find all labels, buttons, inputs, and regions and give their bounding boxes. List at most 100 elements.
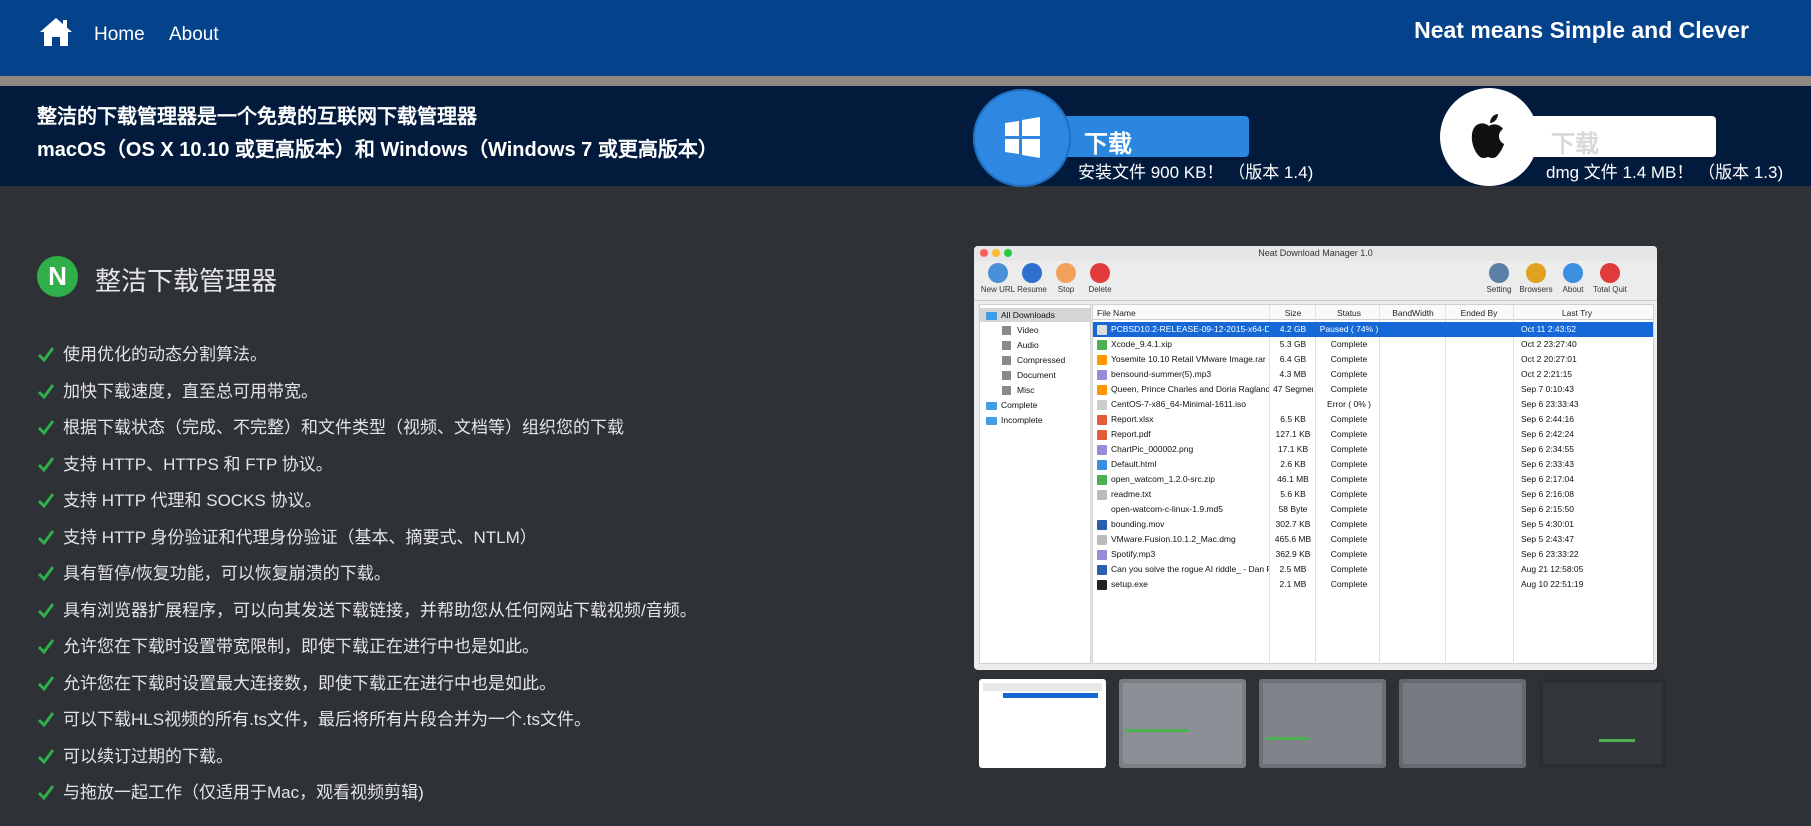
table-row[interactable]: Yosemite 10.10 Retail VMware Image.rar 6.… (1093, 352, 1653, 367)
toolbar-button[interactable]: About (1553, 263, 1593, 294)
download-banner: 整洁的下载管理器是一个免费的互联网下载管理器 macOS（OS X 10.10 … (0, 86, 1811, 187)
feature-item: 支持 HTTP、HTTPS 和 FTP 协议。 (37, 454, 697, 491)
table-row[interactable]: Queen, Prince Charles and Doria Ragland … (1093, 382, 1653, 397)
toolbar-button[interactable]: Total Quit (1590, 263, 1630, 294)
thumbnail-5[interactable] (1539, 679, 1666, 768)
feature-text: 允许您在下载时设置最大连接数，即使下载正在进行中也是如此。 (63, 673, 556, 693)
thumbnail-2[interactable] (1119, 679, 1246, 768)
file-name-cell: Can you solve the rogue AI riddle_ - Dan… (1097, 562, 1269, 577)
mac-logo-badge[interactable] (1440, 88, 1538, 186)
table-row[interactable]: Can you solve the rogue AI riddle_ - Dan… (1093, 562, 1653, 577)
windows-download-label[interactable]: 下载 (1084, 124, 1132, 159)
feature-text: 可以续订过期的下载。 (63, 746, 233, 766)
file-type-icon (1097, 324, 1107, 335)
column-header[interactable]: Size (1273, 308, 1313, 318)
sidebar-item[interactable]: Document (980, 368, 1090, 382)
thumbnail-image (1123, 683, 1242, 764)
file-name: Queen, Prince Charles and Doria Ragland … (1111, 384, 1269, 394)
table-row[interactable]: setup.exe 2.1 MB Complete Aug 10 22:51:19 (1093, 577, 1653, 592)
last-try-cell: Sep 7 0:10:43 (1521, 384, 1574, 394)
check-icon (37, 529, 55, 545)
toolbar-icon (1090, 263, 1110, 283)
file-type-icon (1097, 504, 1107, 515)
file-name: Report.xlsx (1111, 414, 1154, 424)
size-cell: 6.4 GB (1279, 354, 1307, 364)
file-type-icon (1097, 564, 1107, 575)
size-cell: 58 Byte (1278, 504, 1308, 514)
check-icon (37, 785, 55, 801)
windows-icon (1005, 117, 1040, 158)
column-header[interactable]: BandWidth (1383, 308, 1443, 318)
last-try-cell: Sep 6 2:44:16 (1521, 414, 1574, 424)
sidebar-item[interactable]: Complete (980, 398, 1090, 412)
size-cell: 47 Segments (1273, 384, 1313, 394)
feature-item: 允许您在下载时设置最大连接数，即使下载正在进行中也是如此。 (37, 673, 697, 710)
sidebar-item[interactable]: Incomplete (980, 413, 1090, 427)
sidebar-item[interactable]: Video (980, 323, 1090, 337)
nav-home-link[interactable]: Home (94, 24, 145, 46)
file-name-cell: open-watcom-c-linux-1.9.md5 (1097, 502, 1269, 517)
sidebar-item[interactable]: Misc (980, 383, 1090, 397)
sidebar-item[interactable]: Audio (980, 338, 1090, 352)
status-cell: Complete (1330, 444, 1368, 454)
feature-item: 根据下载状态（完成、不完整）和文件类型（视频、文档等）组织您的下载 (37, 417, 697, 454)
home-icon[interactable] (38, 16, 74, 48)
category-icon (1002, 341, 1011, 351)
file-type-icon (1097, 354, 1107, 365)
mac-download-label[interactable]: 下载 (1551, 124, 1599, 159)
status-cell: Complete (1330, 579, 1368, 589)
table-row[interactable]: PCBSD10.2-RELEASE-09-12-2015-x64-DV 4.2 G… (1093, 322, 1653, 337)
file-type-icon (1097, 489, 1107, 500)
table-row[interactable]: bensound-summer(5).mp3 4.3 MB Complete Oct … (1093, 367, 1653, 382)
file-type-icon (1097, 369, 1107, 380)
sidebar-item[interactable]: Compressed (980, 353, 1090, 367)
thumbnail-1[interactable] (979, 679, 1106, 768)
column-header[interactable]: Status (1319, 308, 1379, 318)
size-cell: 5.3 GB (1279, 339, 1307, 349)
table-row[interactable]: bounding.mov 302.7 KB Complete Sep 5 4:30:0… (1093, 517, 1653, 532)
file-name: open_watcom_1.2.0-src.zip (1111, 474, 1215, 484)
table-row[interactable]: VMware.Fusion.10.1.2_Mac.dmg 465.6 MB Comp… (1093, 532, 1653, 547)
table-row[interactable]: Default.html 2.6 KB Complete Sep 6 2:33:43 (1093, 457, 1653, 472)
last-try-cell: Sep 5 4:30:01 (1521, 519, 1574, 529)
toolbar-button[interactable]: Delete (1080, 263, 1120, 294)
table-header: File Name Size Status BandWidth Ended By Last… (1093, 305, 1653, 320)
check-icon (37, 712, 55, 728)
app-title: 整洁下载管理器 (95, 266, 278, 296)
table-row[interactable]: CentOS-7-x86_64-Minimal-1611.iso Error ( … (1093, 397, 1653, 412)
file-name: setup.exe (1111, 579, 1148, 589)
feature-text: 使用优化的动态分割算法。 (63, 345, 267, 364)
feature-text: 允许您在下载时设置带宽限制，即使下载正在进行中也是如此。 (63, 637, 539, 656)
table-row[interactable]: open_watcom_1.2.0-src.zip 46.1 MB Complete… (1093, 472, 1653, 487)
toolbar-button[interactable]: Browsers (1516, 263, 1556, 294)
sidebar-item-label: Compressed (1017, 355, 1066, 365)
table-row[interactable]: Report.xlsx 6.5 KB Complete Sep 6 2:44:16 (1093, 412, 1653, 427)
app-screenshot[interactable]: Neat Download Manager 1.0 New URL Resume S… (974, 246, 1657, 670)
table-row[interactable]: readme.txt 5.6 KB Complete Sep 6 2:16:08 (1093, 487, 1653, 502)
toolbar-button[interactable]: Setting (1479, 263, 1519, 294)
file-name-cell: Report.pdf (1097, 427, 1269, 442)
column-header[interactable]: File Name (1097, 308, 1267, 318)
table-row[interactable]: open-watcom-c-linux-1.9.md5 58 Byte Comple… (1093, 502, 1653, 517)
check-icon (37, 566, 55, 582)
table-row[interactable]: Report.pdf 127.1 KB Complete Sep 6 2:42:24 (1093, 427, 1653, 442)
column-header[interactable]: Ended By (1449, 308, 1509, 318)
column-header[interactable]: Last Try (1517, 308, 1637, 318)
table-row[interactable]: ChartPic_000002.png 17.1 KB Complete Sep 6 … (1093, 442, 1653, 457)
status-cell: Complete (1330, 429, 1368, 439)
thumbnail-3[interactable] (1259, 679, 1386, 768)
nav-about-link[interactable]: About (169, 24, 219, 46)
size-cell: 46.1 MB (1277, 474, 1309, 484)
status-cell: Complete (1330, 534, 1368, 544)
table-row[interactable]: Xcode_9.4.1.xip 5.3 GB Complete Oct 2 23:27… (1093, 337, 1653, 352)
screenshot-sidebar: All Downloads Video Audio Compressed Documen… (979, 304, 1091, 664)
feature-item: 具有浏览器扩展程序，可以向其发送下载链接，并帮助您从任何网站下载视频/音频。 (37, 600, 697, 637)
feature-text: 支持 HTTP 身份验证和代理身份验证（基本、摘要式、NTLM） (63, 527, 537, 547)
windows-logo-badge[interactable] (973, 89, 1071, 187)
file-type-icon (1097, 474, 1107, 485)
table-row[interactable]: Spotify.mp3 362.9 KB Complete Sep 6 23:33:2… (1093, 547, 1653, 562)
thumbnail-4[interactable] (1399, 679, 1526, 768)
sidebar-item[interactable]: All Downloads (980, 308, 1090, 322)
size-cell: 2.6 KB (1280, 459, 1306, 469)
file-name: Spotify.mp3 (1111, 549, 1156, 559)
